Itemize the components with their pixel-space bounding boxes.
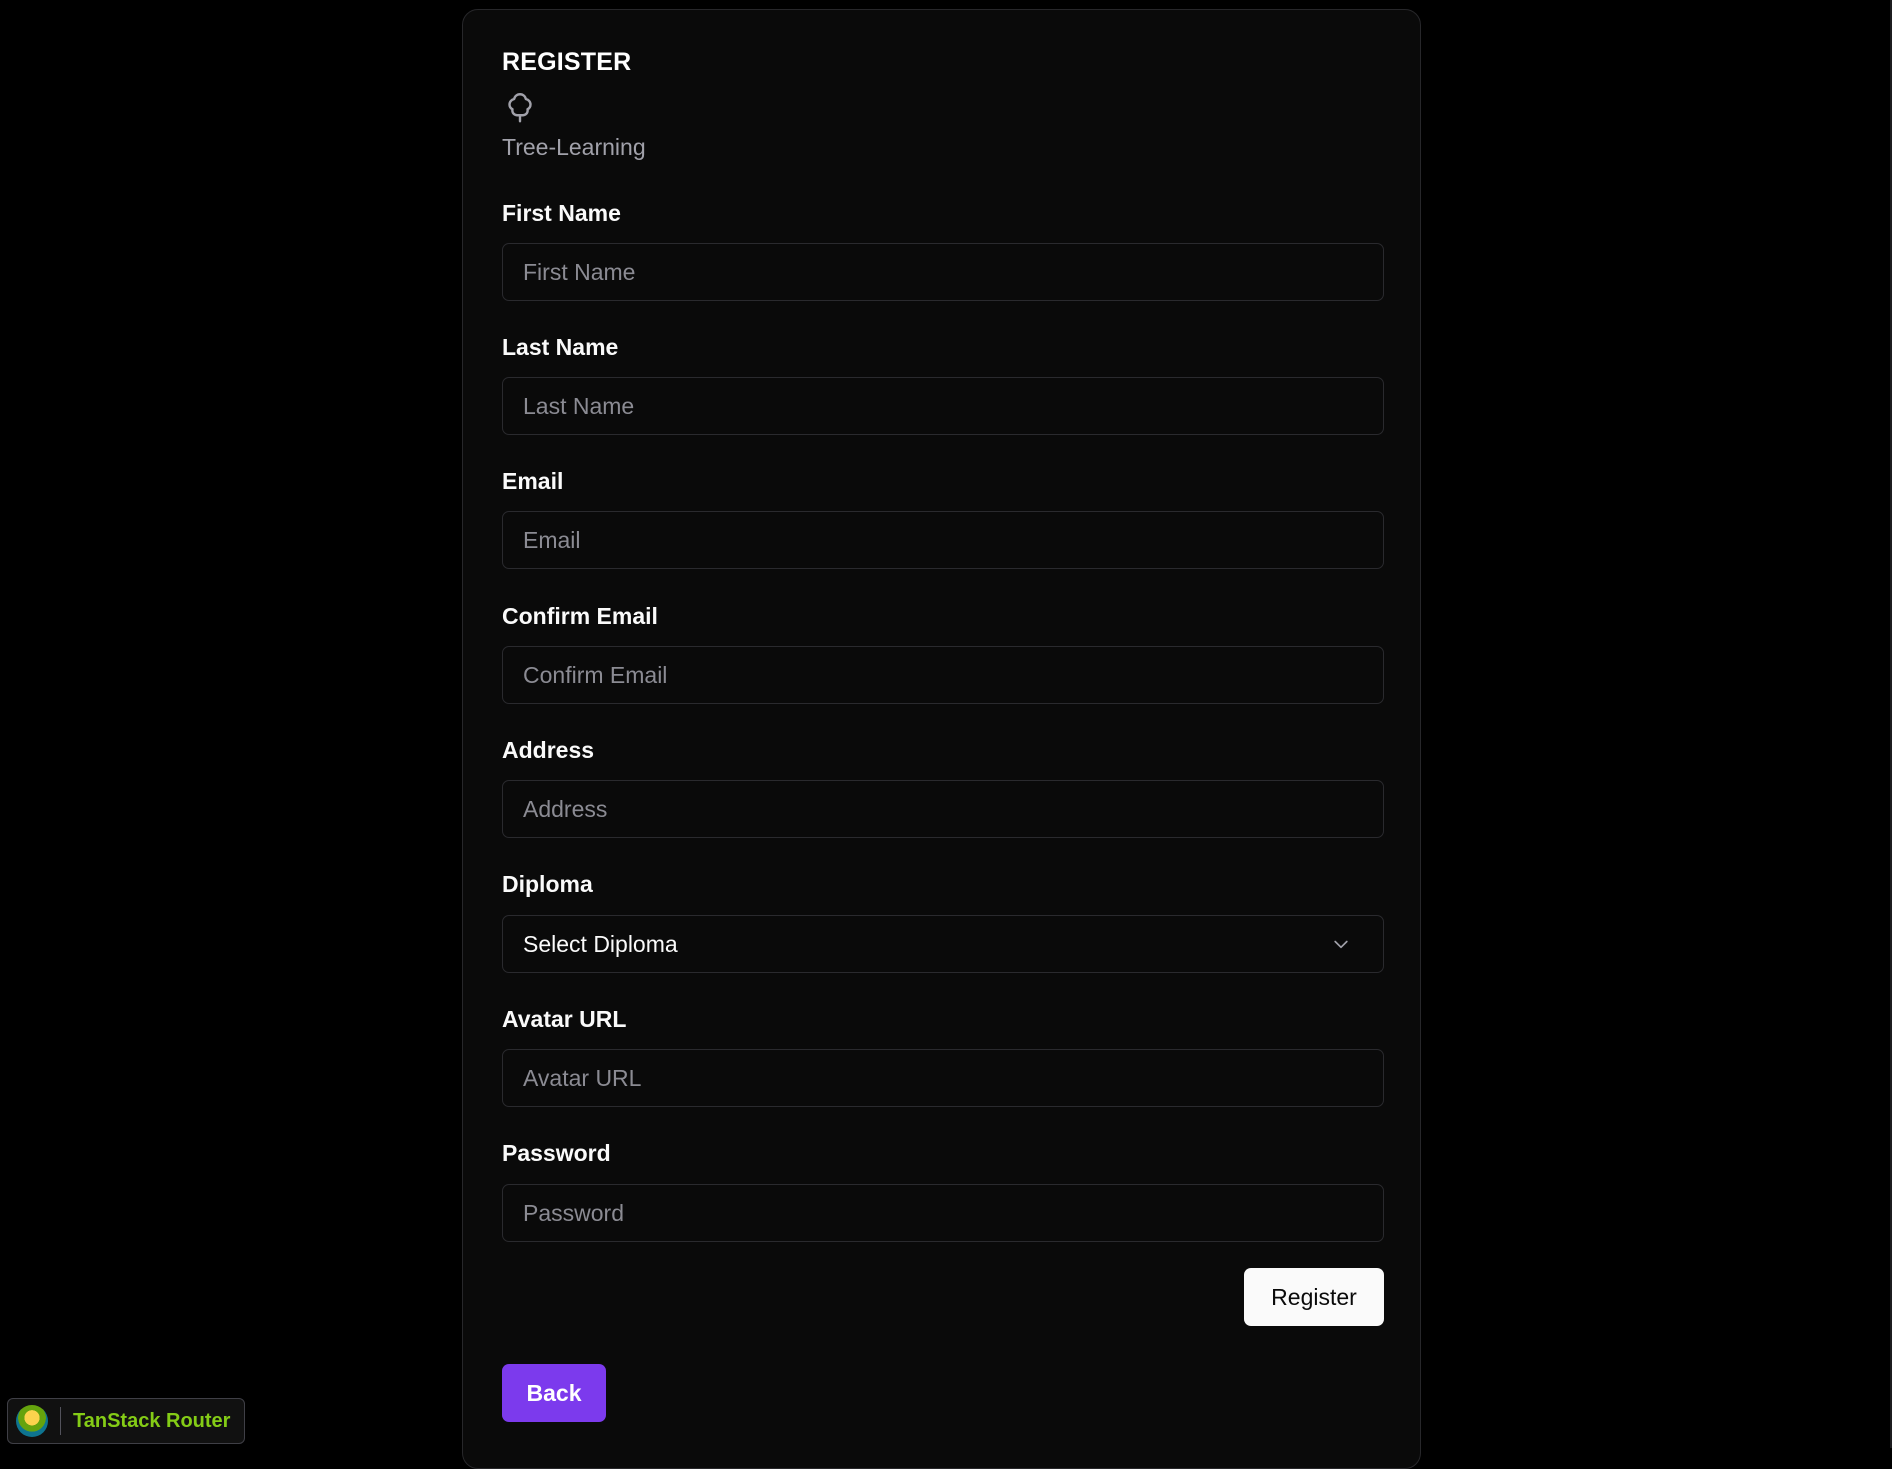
diploma-label: Diploma [502,871,593,897]
register-card: REGISTER Tree-Learning First Name Last N… [462,9,1421,1469]
tanstack-router-devtools-toggle[interactable]: TanStack Router [7,1398,245,1444]
last-name-input[interactable] [502,377,1384,435]
address-input[interactable] [502,780,1384,838]
devtools-divider [60,1407,61,1435]
tanstack-logo-icon [16,1405,48,1437]
confirm-email-input[interactable] [502,646,1384,704]
tree-icon [508,93,532,123]
diploma-select-value: Select Diploma [523,930,678,957]
devtools-label: TanStack Router [73,1409,231,1432]
last-name-label: Last Name [502,334,619,360]
password-label: Password [502,1140,611,1166]
diploma-select[interactable]: Select Diploma [502,915,1384,973]
email-label: Email [502,468,564,494]
avatar-url-label: Avatar URL [502,1006,627,1032]
register-button[interactable]: Register [1244,1268,1384,1326]
page-title: REGISTER [502,48,632,76]
password-input[interactable] [502,1184,1384,1242]
chevron-down-icon [1334,940,1348,949]
avatar-url-input[interactable] [502,1049,1384,1107]
back-button[interactable]: Back [502,1364,606,1422]
first-name-input[interactable] [502,243,1384,301]
address-label: Address [502,737,595,763]
first-name-label: First Name [502,200,621,226]
brand-name: Tree-Learning [502,134,646,160]
email-input[interactable] [502,511,1384,569]
confirm-email-label: Confirm Email [502,603,658,629]
